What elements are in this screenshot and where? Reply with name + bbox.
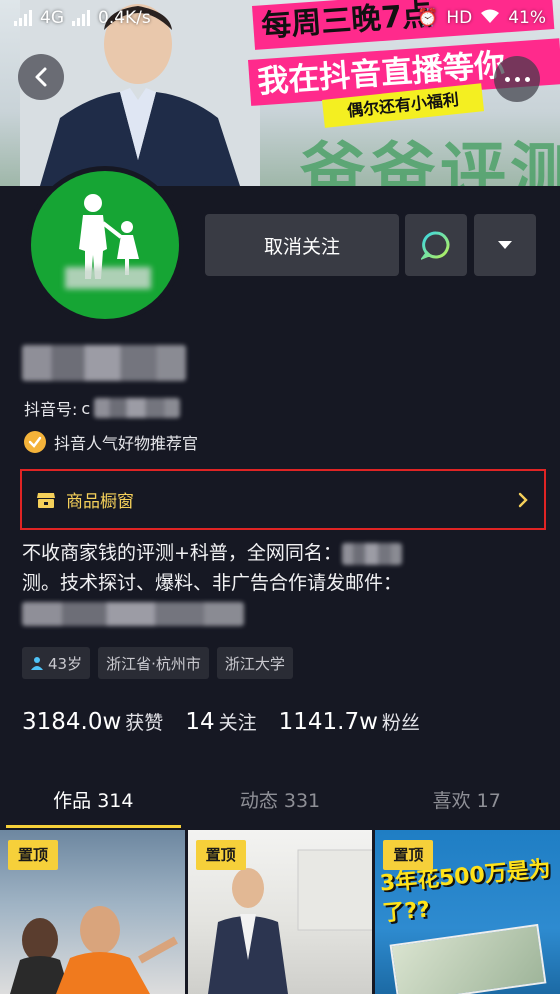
hd-indicator: HD [446, 8, 473, 28]
video-thumbnail[interactable]: 3年花500万是为了?? 置顶 [375, 830, 560, 994]
tab-likes[interactable]: 喜欢 17 [373, 776, 560, 828]
network-type: 4G [40, 8, 64, 28]
bio-email-masked [22, 601, 244, 626]
bio-line1: 不收商家钱的评测+科普，全网同名： [22, 542, 342, 564]
product-showcase-entry[interactable]: 商品橱窗 [20, 469, 546, 530]
tab-works-label: 作品 314 [53, 790, 134, 812]
school-tag: 浙江大学 [216, 647, 293, 679]
pinned-badge: 置顶 [195, 840, 246, 870]
profile-stats: 3184.0w 获赞 14 关注 1141.7w 粉丝 [22, 708, 442, 735]
dot-icon [514, 76, 520, 82]
pinned-badge: 置顶 [8, 840, 59, 870]
triangle-down-icon [498, 241, 512, 249]
showcase-label: 商品橱窗 [66, 492, 134, 512]
unfollow-button[interactable]: 取消关注 [205, 214, 399, 276]
age-tag: 43岁 [22, 647, 91, 679]
likes-label: 获赞 [125, 712, 164, 734]
tab-works[interactable]: 作品 314 [0, 776, 187, 828]
avatar-text-masked [65, 267, 151, 289]
douyin-id-masked [94, 398, 181, 418]
shop-icon [37, 492, 55, 508]
nickname-masked [22, 345, 186, 381]
content-tabs: 作品 314 动态 331 喜欢 17 [0, 776, 560, 828]
father-daughter-logo-icon [79, 194, 139, 279]
profile-banner: 爸爸评测 每周三晚7点 我在抖音直播等你 偶尔还有小福利 4G 0.4K/s ⏰… [0, 0, 560, 186]
following-label[interactable]: 关注 [219, 708, 257, 735]
profile-tags: 43岁 浙江省·杭州市 浙江大学 [22, 647, 293, 679]
chevron-left-icon [35, 67, 47, 87]
certification-label: 抖音人气好物推荐官 [54, 434, 199, 453]
banknotes-image [389, 923, 547, 994]
pinned-badge: 置顶 [383, 840, 434, 870]
message-button[interactable] [405, 214, 467, 276]
followers-label[interactable]: 粉丝 [382, 708, 420, 735]
recommend-dropdown-button[interactable] [474, 214, 536, 276]
battery-level: 41% [508, 8, 546, 28]
bio-name-masked [341, 542, 402, 565]
chat-bubble-icon [421, 231, 450, 260]
location-label: 浙江省·杭州市 [106, 654, 201, 673]
douyin-id-value: c [81, 398, 91, 418]
wifi-icon [480, 8, 500, 29]
signal-icon [14, 10, 32, 26]
certification-row: 抖音人气好物推荐官 [24, 430, 198, 454]
dot-icon [524, 76, 530, 82]
tab-moments-label: 动态 331 [239, 790, 321, 812]
network-speed: 0.4K/s [98, 8, 151, 28]
following-count[interactable]: 14 [185, 709, 214, 735]
dot-icon [504, 76, 510, 82]
alarm-icon: ⏰ [417, 8, 439, 28]
tab-moments[interactable]: 动态 331 [187, 776, 374, 828]
video-thumbnail[interactable]: 置顶 [187, 830, 373, 994]
person-icon [31, 657, 43, 670]
bio-line2: 测。技术探讨、爆料、非广告合作请发邮件： [22, 572, 403, 594]
douyin-id: 抖音号: c [24, 396, 181, 420]
status-bar: 4G 0.4K/s ⏰ HD 41% [0, 0, 560, 36]
location-tag: 浙江省·杭州市 [98, 647, 209, 679]
school-label: 浙江大学 [224, 654, 285, 673]
age-label: 43岁 [48, 654, 83, 673]
tab-likes-label: 喜欢 17 [432, 790, 501, 812]
verified-check-icon [24, 431, 46, 453]
bio: 不收商家钱的评测+科普，全网同名： 测。技术探讨、爆料、非广告合作请发邮件： [22, 538, 542, 628]
more-options-button[interactable] [494, 56, 540, 102]
likes-count: 3184.0w [22, 709, 122, 735]
chevron-right-icon [518, 492, 528, 507]
avatar[interactable] [26, 166, 184, 324]
video-thumbnail[interactable]: 置顶 [0, 830, 185, 994]
followers-count[interactable]: 1141.7w [279, 709, 378, 735]
signal-icon [72, 10, 90, 26]
video-grid: 置顶 置顶 3年花500万是为了?? 置顶 [0, 830, 560, 994]
douyin-id-label: 抖音号: [24, 400, 78, 419]
back-button[interactable] [18, 54, 64, 100]
banner-background-text: 爸爸评测 [300, 135, 560, 186]
active-tab-indicator [6, 825, 181, 828]
